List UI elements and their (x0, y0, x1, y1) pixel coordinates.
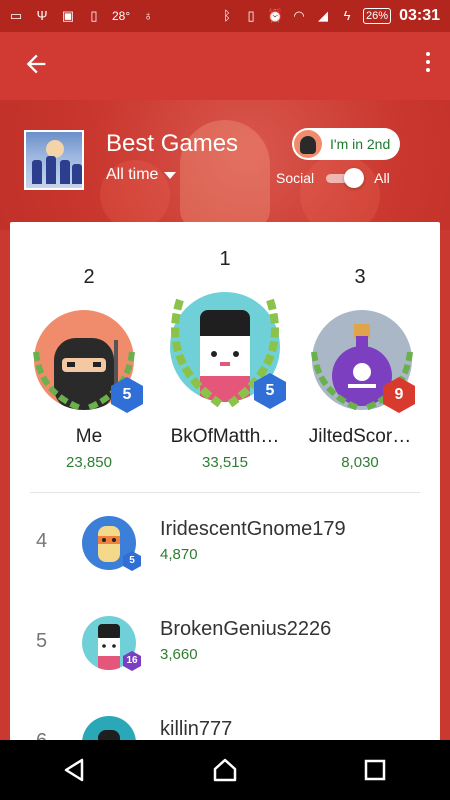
bluetooth-icon: ᛒ (223, 8, 231, 23)
charging-icon: ϟ (343, 8, 351, 23)
podium-name-1: BkOfMatth… (170, 426, 280, 447)
podium-name-3: JiltedScor… (308, 426, 412, 447)
level-badge: 5 (253, 372, 287, 410)
usb-icon: Ψ (36, 8, 48, 23)
game-thumbnail (24, 130, 84, 190)
level-badge: 9 (382, 376, 416, 414)
podium-rank-2: 2 (83, 266, 95, 288)
leaderboard-title: Best Games (106, 130, 239, 157)
status-bar: ▭ Ψ ▣ ▯ 28° ♁ ᛒ ▯ ⏰ ◠ ◢ ϟ 26% 03:31 (0, 0, 450, 32)
list-rank: 4 (36, 530, 48, 552)
lightbulb-icon: ♁ (143, 8, 154, 23)
list-name: IridescentGnome179 (160, 518, 346, 540)
message-icon: ▭ (9, 8, 23, 23)
list-score: 4,870 (160, 546, 198, 563)
podium-score-2: 23,850 (66, 454, 112, 471)
battery-indicator: 26% (363, 8, 392, 24)
alarm-icon: ⏰ (267, 8, 284, 23)
avatar (294, 130, 322, 158)
leaderboard-card: 2 5 Me 23,850 1 5 BkOfMatth… 33,515 3 9 … (10, 222, 440, 762)
level-badge: 5 (122, 550, 142, 572)
list-item[interactable]: 5 16 BrokenGenius2226 3,660 (10, 594, 440, 694)
toggle-label-all: All (374, 170, 390, 186)
divider (30, 492, 420, 493)
arrow-back-icon[interactable] (22, 50, 50, 78)
my-rank-label: I'm in 2nd (330, 136, 391, 152)
leaderboard-header: Best Games All time I'm in 2nd Social Al… (0, 100, 450, 235)
app-bar (0, 32, 450, 100)
more-vert-icon[interactable] (422, 52, 434, 80)
clock: 03:31 (399, 7, 440, 24)
timeframe-dropdown[interactable]: All time (106, 166, 177, 184)
image-icon: ▣ (61, 8, 75, 23)
battery-saver-icon: ▯ (90, 8, 98, 23)
temperature-text: 28° (112, 9, 131, 23)
home-nav-icon[interactable] (195, 750, 255, 790)
wifi-icon: ◠ (293, 8, 305, 23)
vibrate-icon: ▯ (247, 8, 255, 23)
podium-score-1: 33,515 (202, 454, 248, 471)
toggle-label-social: Social (276, 170, 315, 186)
list-rank: 5 (36, 630, 48, 652)
podium-score-3: 8,030 (341, 454, 379, 471)
system-nav-bar (0, 740, 450, 800)
list-score: 3,660 (160, 646, 198, 663)
podium-rank-1: 1 (219, 248, 231, 270)
timeframe-label: All time (106, 166, 159, 183)
dropdown-arrow-icon (164, 171, 177, 179)
back-nav-icon[interactable] (45, 750, 105, 790)
recents-nav-icon[interactable] (345, 750, 405, 790)
list-name: killin777 (160, 718, 233, 740)
podium-rank-3: 3 (354, 266, 366, 288)
podium-name-2: Me (75, 426, 103, 447)
social-all-toggle-row: Social All (276, 168, 390, 188)
my-rank-chip[interactable]: I'm in 2nd (292, 128, 401, 160)
list-item[interactable]: 4 5 IridescentGnome179 4,870 (10, 494, 440, 594)
level-badge: 5 (110, 376, 144, 414)
level-badge: 16 (122, 650, 142, 672)
list-name: BrokenGenius2226 (160, 618, 332, 640)
social-all-switch[interactable] (324, 168, 365, 188)
signal-icon: ◢ (318, 8, 329, 23)
